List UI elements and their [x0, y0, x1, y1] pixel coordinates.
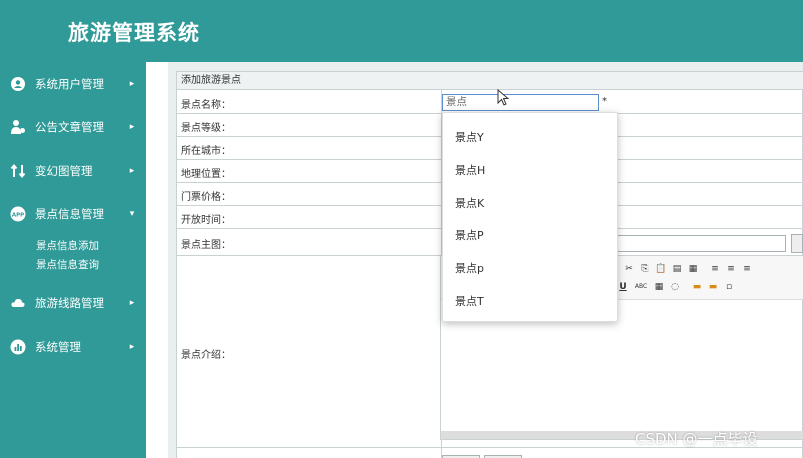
sidebar-item-label: 系统用户管理 — [35, 77, 104, 91]
main-image-input[interactable] — [616, 235, 786, 252]
dropdown-option[interactable]: 景点H — [455, 162, 485, 178]
watermark: CSDN @一点毕设 — [635, 430, 758, 448]
dropdown-option[interactable]: 景点K — [455, 195, 484, 211]
paste-word-icon[interactable]: ▦ — [687, 263, 699, 275]
app-icon: APP — [9, 205, 27, 223]
cut-icon[interactable]: ✂ — [623, 263, 635, 275]
chevron-right-icon: ▸ — [129, 166, 135, 176]
dropdown-option[interactable]: 景点P — [455, 227, 484, 243]
eraser-icon[interactable]: ◌ — [669, 281, 681, 293]
sidebar-item-routes[interactable]: 旅游线路管理 ▸ — [0, 286, 146, 320]
svg-text:APP: APP — [12, 213, 24, 219]
align-left-icon[interactable]: ≡ — [709, 263, 721, 275]
scenic-name-select[interactable]: 景点 — [442, 94, 599, 111]
sidebar-item-label: 公告文章管理 — [35, 120, 104, 134]
user-circle-icon — [9, 75, 27, 93]
sidebar-item-system[interactable]: 系统管理 ▸ — [0, 330, 146, 364]
field-label: 所在城市： — [181, 146, 231, 157]
dropdown-option[interactable]: 景点Y — [455, 129, 484, 145]
app-header: 旅游管理系统 — [0, 0, 803, 62]
sidebar-item-label: 景点信息管理 — [35, 207, 104, 221]
upload-button[interactable] — [791, 234, 803, 253]
paste-icon[interactable]: 📋 — [655, 263, 667, 275]
scenic-name-dropdown: 景点Y 景点H 景点K 景点P 景点p 景点T — [442, 112, 618, 322]
field-label: 门票价格： — [181, 192, 231, 203]
users-icon — [9, 118, 27, 136]
field-label: 景点主图： — [181, 240, 231, 251]
file-icon[interactable]: ▫ — [723, 281, 735, 293]
sidebar-subitem-add-scenic[interactable]: 景点信息添加 — [36, 238, 99, 253]
field-label: 景点介绍： — [181, 350, 231, 361]
field-label: 景点等级： — [181, 123, 231, 134]
table-icon[interactable]: ▦ — [653, 281, 665, 293]
image-icon[interactable]: ▬ — [691, 281, 703, 293]
field-label: 地理位置： — [181, 169, 231, 180]
flash-icon[interactable]: ▬ — [707, 281, 719, 293]
sidebar-item-system-users[interactable]: 系统用户管理 ▸ — [0, 67, 146, 101]
sidebar-item-label: 系统管理 — [35, 340, 81, 354]
app-title: 旅游管理系统 — [68, 20, 200, 45]
chevron-down-icon: ▾ — [129, 209, 135, 219]
align-center-icon[interactable]: ≡ — [725, 263, 737, 275]
dropdown-option[interactable]: 景点p — [455, 260, 484, 276]
swap-icon — [9, 162, 27, 180]
chevron-right-icon: ▸ — [129, 122, 135, 132]
sidebar-item-carousel[interactable]: 变幻图管理 ▸ — [0, 154, 146, 188]
sidebar-item-label: 旅游线路管理 — [35, 296, 104, 310]
sidebar-subitem-query-scenic[interactable]: 景点信息查询 — [36, 257, 99, 272]
chevron-right-icon: ▸ — [129, 79, 135, 89]
field-label: 景点名称： — [181, 100, 231, 111]
chart-icon — [9, 338, 27, 356]
field-label: 开放时间： — [181, 215, 231, 226]
panel-title: 添加旅游景点 — [177, 72, 803, 90]
underline-icon[interactable]: U — [617, 281, 629, 293]
sidebar-item-scenic-info[interactable]: APP 景点信息管理 ▾ — [0, 197, 146, 231]
paste-text-icon[interactable]: ▤ — [671, 263, 683, 275]
sidebar: 系统用户管理 ▸ 公告文章管理 ▸ 变幻图管理 ▸ APP 景点信息管理 ▾ 景… — [0, 62, 146, 458]
cloud-icon — [9, 294, 27, 312]
sidebar-item-label: 变幻图管理 — [35, 164, 93, 178]
sidebar-item-announcements[interactable]: 公告文章管理 ▸ — [0, 110, 146, 144]
chevron-right-icon: ▸ — [129, 298, 135, 308]
chevron-right-icon: ▸ — [129, 342, 135, 352]
strikethrough-icon[interactable]: ABC — [633, 281, 649, 293]
dropdown-option[interactable]: 景点T — [455, 293, 484, 309]
copy-icon[interactable]: ⎘ — [639, 263, 651, 275]
mouse-cursor-icon — [497, 89, 510, 106]
align-right-icon[interactable]: ≡ — [741, 263, 753, 275]
required-mark: * — [602, 96, 607, 107]
